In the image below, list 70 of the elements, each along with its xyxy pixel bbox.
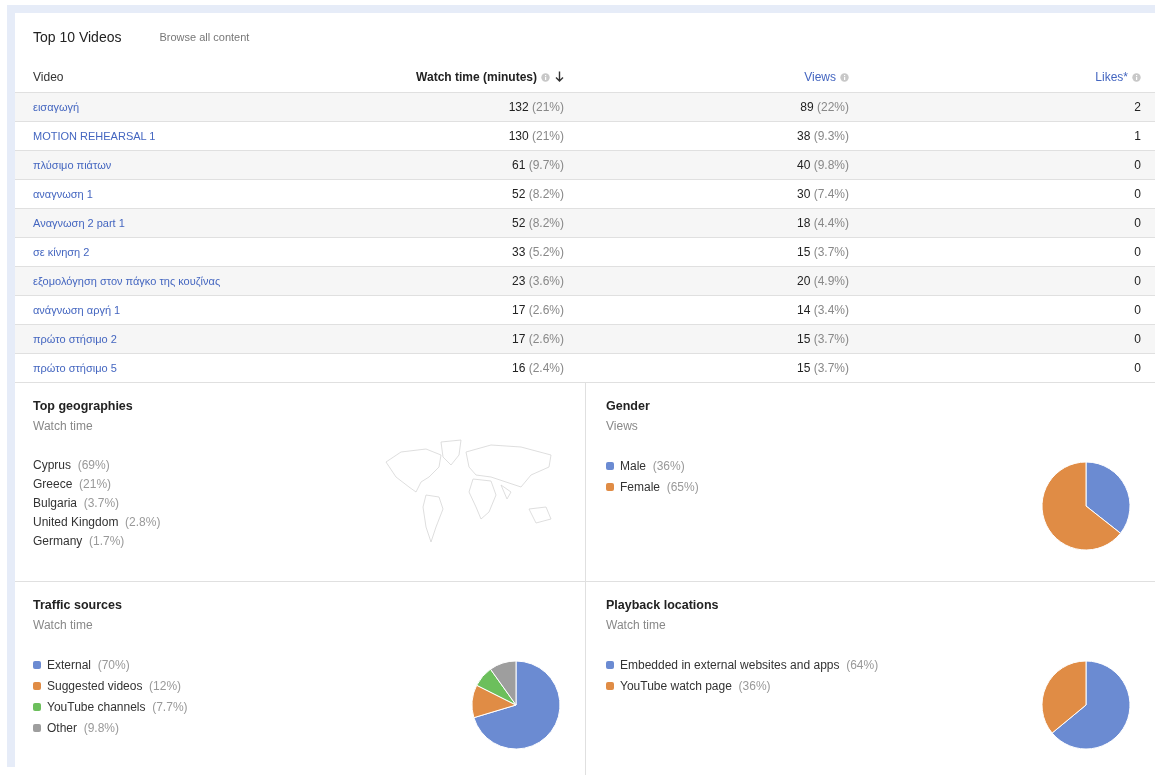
watch-time-cell: 33 (5.2%) [511, 245, 564, 259]
card-title: Top 10 Videos [33, 29, 122, 45]
video-link[interactable]: πλύσιμο πιάτων [33, 159, 112, 171]
legend-item: Embedded in external websites and apps (64%) [620, 657, 879, 672]
likes-cell: 0 [1134, 245, 1141, 259]
watch-time-cell: 17 (2.6%) [511, 332, 564, 346]
watch-time-cell: 16 (2.4%) [511, 361, 564, 375]
legend-item: Male (36%) [620, 458, 685, 473]
info-icon[interactable] [541, 72, 550, 82]
legend-item: Germany (1.7%) [33, 533, 125, 548]
watch-time-cell: 23 (3.6%) [511, 274, 564, 288]
info-icon[interactable] [840, 72, 849, 82]
watch-time-cell: 130 (21%) [508, 129, 564, 143]
panel-title: Traffic sources [33, 598, 123, 612]
likes-cell: 0 [1134, 216, 1141, 230]
watch-time-cell: 132 (21%) [508, 100, 564, 114]
panel-title: Playback locations [606, 598, 720, 612]
panel-title: Gender [606, 399, 651, 413]
likes-cell: 0 [1134, 158, 1141, 172]
likes-cell: 1 [1134, 129, 1141, 143]
watch-time-cell: 52 (8.2%) [511, 187, 564, 201]
panel-subtitle: Watch time [606, 618, 667, 632]
likes-cell: 0 [1134, 332, 1141, 346]
legend-item: External (70%) [47, 657, 130, 672]
views-cell: 18 (4.4%) [796, 216, 849, 230]
legend-item: United Kingdom (2.8%) [33, 514, 161, 529]
watch-time-cell: 61 (9.7%) [511, 158, 564, 172]
panel-subtitle: Views [606, 419, 639, 433]
legend-item: Suggested videos (12%) [47, 678, 182, 693]
video-link[interactable]: σε κίνηση 2 [33, 246, 90, 258]
legend-item: Bulgaria (3.7%) [33, 495, 120, 510]
views-cell: 15 (3.7%) [796, 245, 849, 259]
video-link[interactable]: πρώτο στήσιμο 2 [33, 333, 117, 345]
watch-time-cell: 52 (8.2%) [511, 216, 564, 230]
likes-cell: 0 [1134, 187, 1141, 201]
info-icon[interactable] [1132, 72, 1141, 82]
video-link[interactable]: αναγνωση 1 [33, 188, 93, 200]
legend-item: Female (65%) [620, 479, 699, 494]
legend-item: YouTube channels (7.7%) [47, 699, 188, 714]
panel-subtitle: Watch time [33, 618, 94, 632]
likes-cell: 0 [1134, 303, 1141, 317]
likes-cell: 0 [1134, 274, 1141, 288]
views-cell: 20 (4.9%) [796, 274, 849, 288]
legend-item: YouTube watch page (36%) [620, 678, 771, 693]
column-header[interactable]: Views [804, 69, 836, 84]
likes-cell: 0 [1134, 361, 1141, 375]
panel-title: Top geographies [33, 399, 134, 413]
column-header[interactable]: Likes* [1095, 69, 1128, 84]
sort-arrow-icon[interactable] [555, 70, 564, 82]
video-link[interactable]: Αναγνωση 2 part 1 [33, 217, 125, 229]
legend-item: Cyprus (69%) [33, 457, 110, 472]
panel-subtitle: Watch time [33, 419, 94, 433]
views-cell: 89 (22%) [800, 100, 849, 114]
views-cell: 38 (9.3%) [796, 129, 849, 143]
legend-item: Other (9.8%) [47, 720, 120, 735]
browse-link[interactable]: Browse all content [159, 31, 250, 43]
views-cell: 30 (7.4%) [796, 187, 849, 201]
video-link[interactable]: MOTION REHEARSAL 1 [33, 130, 156, 142]
views-cell: 15 (3.7%) [796, 361, 849, 375]
column-header[interactable]: Video [33, 69, 64, 84]
views-cell: 40 (9.8%) [796, 158, 849, 172]
watch-time-cell: 17 (2.6%) [511, 303, 564, 317]
views-cell: 15 (3.7%) [796, 332, 849, 346]
video-link[interactable]: εισαγωγή [33, 101, 80, 113]
likes-cell: 2 [1134, 100, 1141, 114]
video-link[interactable]: ανάγνωση αργή 1 [33, 304, 121, 316]
views-cell: 14 (3.4%) [796, 303, 849, 317]
column-header[interactable]: Watch time (minutes) [416, 69, 537, 84]
video-link[interactable]: πρώτο στήσιμο 5 [33, 362, 117, 374]
legend-item: Greece (21%) [33, 476, 112, 491]
